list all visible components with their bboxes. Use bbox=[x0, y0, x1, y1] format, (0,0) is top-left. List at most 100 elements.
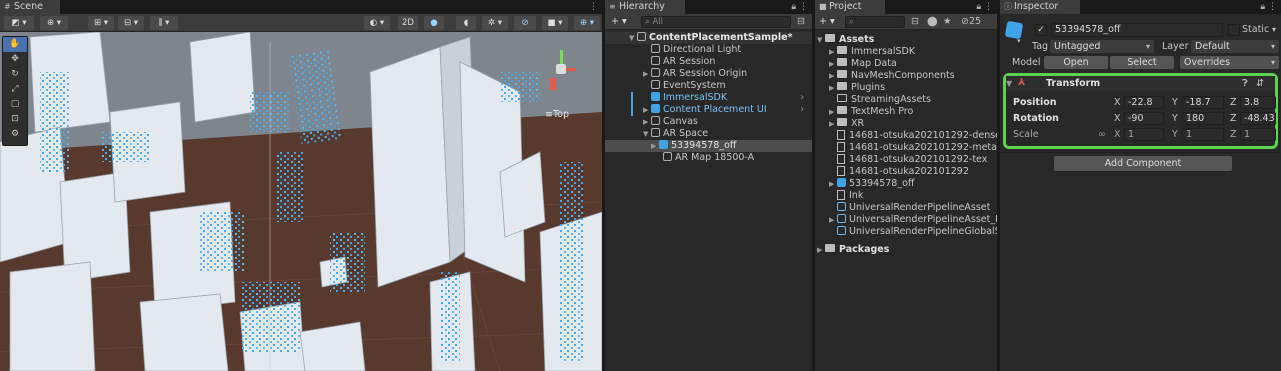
hierarchy-search-input[interactable]: ⌕ All bbox=[641, 16, 791, 28]
object-name-field[interactable]: 53394578_off bbox=[1051, 23, 1223, 37]
expand-arrow-icon[interactable]: ▶ bbox=[829, 106, 837, 118]
rotation-y-field[interactable]: 180 bbox=[1182, 112, 1224, 125]
project-item-textmesh-pro[interactable]: ▶ TextMesh Pro bbox=[815, 106, 913, 118]
rotation-x-field[interactable]: -90 bbox=[1124, 112, 1164, 125]
expand-arrow-icon[interactable]: ▼ bbox=[629, 32, 637, 44]
project-item-urp-asset[interactable]: UniversalRenderPipelineAsset bbox=[815, 202, 990, 214]
static-checkbox[interactable] bbox=[1228, 24, 1240, 36]
orientation-gizmo[interactable] bbox=[540, 50, 580, 100]
project-item-xr[interactable]: ▶ XR bbox=[815, 118, 864, 130]
hierarchy-item-ar-session-origin[interactable]: ▶ AR Session Origin bbox=[605, 68, 747, 80]
scale-tool-button[interactable]: ⤢ bbox=[3, 82, 27, 97]
project-item-urp-global-settings[interactable]: UniversalRenderPipelineGlobalSe bbox=[815, 226, 997, 238]
expand-arrow-icon[interactable]: ▶ bbox=[829, 70, 837, 82]
presets-icon[interactable]: ⇵ bbox=[1256, 77, 1264, 90]
tab-scene[interactable]: # Scene bbox=[0, 0, 60, 14]
mode-2d-button[interactable]: 2D bbox=[398, 16, 418, 30]
rotation-x-label[interactable]: X bbox=[1114, 112, 1121, 125]
select-model-button[interactable]: Select bbox=[1110, 56, 1174, 69]
project-item-53394578-off[interactable]: ▶ 53394578_off bbox=[815, 178, 914, 190]
project-search-input[interactable]: ⌕ bbox=[845, 16, 905, 28]
expand-arrow-icon[interactable]: ▶ bbox=[829, 214, 837, 226]
inspector-tab-menu[interactable]: 🔒︎ ⋮ bbox=[1260, 0, 1277, 14]
tab-hierarchy[interactable]: ≡ Hierarchy bbox=[605, 0, 685, 14]
expand-arrow-icon[interactable]: ▼ bbox=[817, 34, 825, 46]
hidden-packages-toggle[interactable]: ⊘25 bbox=[961, 16, 981, 28]
project-item-urp-asset-renderer[interactable]: ▶ UniversalRenderPipelineAsset_Re bbox=[815, 214, 997, 226]
visibility-toggle[interactable]: ⊘ bbox=[514, 16, 536, 30]
position-z-label[interactable]: Z bbox=[1230, 96, 1237, 109]
open-model-button[interactable]: Open bbox=[1044, 56, 1108, 69]
position-x-field[interactable]: -22.8 bbox=[1124, 96, 1164, 109]
rotate-tool-button[interactable]: ↻ bbox=[3, 67, 27, 82]
constrain-proportions-icon[interactable]: ∞ bbox=[1098, 128, 1106, 141]
scale-y-label[interactable]: Y bbox=[1172, 128, 1178, 141]
custom-tool-button[interactable]: ⚙ bbox=[3, 127, 27, 142]
audio-toggle[interactable]: ◖ bbox=[456, 16, 476, 30]
rotation-z-field[interactable]: -48.43 bbox=[1240, 112, 1276, 125]
hierarchy-item-53394578-off[interactable]: ▶ 53394578_off bbox=[605, 140, 812, 152]
project-item-plugins[interactable]: ▶ Plugins bbox=[815, 82, 885, 94]
expand-arrow-icon[interactable]: ▶ bbox=[651, 140, 659, 152]
scale-y-field[interactable]: 1 bbox=[1182, 128, 1224, 141]
shading-mode-button[interactable]: ◐ ▾ bbox=[364, 16, 390, 30]
position-y-label[interactable]: Y bbox=[1172, 96, 1178, 109]
expand-arrow-icon[interactable]: ▶ bbox=[829, 58, 837, 70]
scale-z-label[interactable]: Z bbox=[1230, 128, 1237, 141]
favorite-icon[interactable]: ★ bbox=[943, 16, 952, 28]
project-item-tex[interactable]: 14681-otsuka202101292-tex bbox=[815, 154, 987, 166]
project-item-metadata[interactable]: 14681-otsuka202101292-metad bbox=[815, 142, 997, 154]
project-item-ink[interactable]: Ink bbox=[815, 190, 863, 202]
hierarchy-item-immersalsdk[interactable]: ImmersalSDK › bbox=[605, 92, 812, 104]
add-object-button[interactable]: + ▾ bbox=[611, 16, 627, 28]
expand-arrow-icon[interactable]: ▶ bbox=[829, 46, 837, 58]
search-by-type-icon[interactable]: ⊟ bbox=[911, 16, 919, 28]
expand-arrow-icon[interactable]: ▶ bbox=[643, 104, 651, 116]
expand-arrow-icon[interactable]: ▶ bbox=[643, 68, 651, 80]
hierarchy-item-ar-map[interactable]: AR Map 18500-A bbox=[605, 152, 754, 164]
expand-arrow-icon[interactable]: ▶ bbox=[643, 116, 651, 128]
project-item-immersalsdk[interactable]: ▶ ImmersalSDK bbox=[815, 46, 915, 58]
project-tab-menu[interactable]: 🔒︎ ⋮ bbox=[976, 0, 993, 14]
position-x-label[interactable]: X bbox=[1114, 96, 1121, 109]
view-label-top[interactable]: ≡Top bbox=[545, 109, 569, 121]
lighting-toggle[interactable]: ● bbox=[424, 16, 444, 30]
position-y-field[interactable]: -18.7 bbox=[1182, 96, 1224, 109]
help-icon[interactable]: ❓︎ bbox=[1242, 77, 1248, 90]
tab-inspector[interactable]: ⓘ Inspector bbox=[1000, 0, 1080, 14]
hierarchy-item-content-placement-ui[interactable]: ▶ Content Placement UI › bbox=[605, 104, 812, 116]
layer-dropdown[interactable]: Default bbox=[1191, 40, 1279, 53]
project-item-assets[interactable]: ▼ Assets bbox=[815, 34, 874, 46]
expand-arrow-icon[interactable]: ▶ bbox=[817, 244, 825, 256]
grid-snap-button[interactable]: ⊞ ▾ bbox=[88, 16, 114, 30]
align-button[interactable]: ⫼ ▾ bbox=[150, 16, 178, 30]
hierarchy-item-scene[interactable]: ▼ ContentPlacementSample* bbox=[605, 32, 812, 44]
scale-x-field[interactable]: 1 bbox=[1124, 128, 1164, 141]
hierarchy-item-ar-space[interactable]: ▼ AR Space bbox=[605, 128, 708, 140]
active-checkbox[interactable]: ✓ bbox=[1035, 24, 1047, 36]
draw-mode-button[interactable]: ◩ ▾ bbox=[4, 16, 34, 30]
project-item-dense[interactable]: 14681-otsuka202101292-dense bbox=[815, 130, 997, 142]
expand-arrow-icon[interactable]: ▶ bbox=[829, 178, 837, 190]
rotation-y-label[interactable]: Y bbox=[1172, 112, 1178, 125]
overrides-dropdown[interactable]: Overrides bbox=[1180, 56, 1279, 69]
object-icon-dropdown[interactable]: ▾ bbox=[1017, 37, 1021, 45]
hierarchy-options-icon[interactable]: ⊟ bbox=[797, 16, 805, 28]
tag-dropdown[interactable]: Untagged bbox=[1050, 40, 1154, 53]
project-item-map-file[interactable]: 14681-otsuka202101292 bbox=[815, 166, 969, 178]
position-z-field[interactable]: 3.8 bbox=[1240, 96, 1276, 109]
hierarchy-item-directional-light[interactable]: Directional Light bbox=[605, 44, 741, 56]
static-dropdown-arrow[interactable]: ▾ bbox=[1272, 23, 1276, 36]
project-item-navmeshcomponents[interactable]: ▶ NavMeshComponents bbox=[815, 70, 955, 82]
rotation-z-label[interactable]: Z bbox=[1230, 112, 1237, 125]
increment-snap-button[interactable]: ⊟ ▾ bbox=[118, 16, 144, 30]
hand-tool-button[interactable]: ✋ bbox=[3, 37, 27, 52]
global-local-button[interactable]: ⊕ ▾ bbox=[40, 16, 68, 30]
project-item-streamingassets[interactable]: StreamingAssets bbox=[815, 94, 931, 106]
scene-tab-menu[interactable]: ⋮ bbox=[589, 0, 598, 14]
transform-expand-arrow-icon[interactable]: ▼ bbox=[1006, 77, 1012, 90]
camera-button[interactable]: ■ ▾ bbox=[542, 16, 568, 30]
hierarchy-item-eventsystem[interactable]: EventSystem bbox=[605, 80, 726, 92]
create-asset-button[interactable]: + ▾ bbox=[819, 16, 835, 28]
scene-viewport[interactable] bbox=[0, 32, 602, 371]
